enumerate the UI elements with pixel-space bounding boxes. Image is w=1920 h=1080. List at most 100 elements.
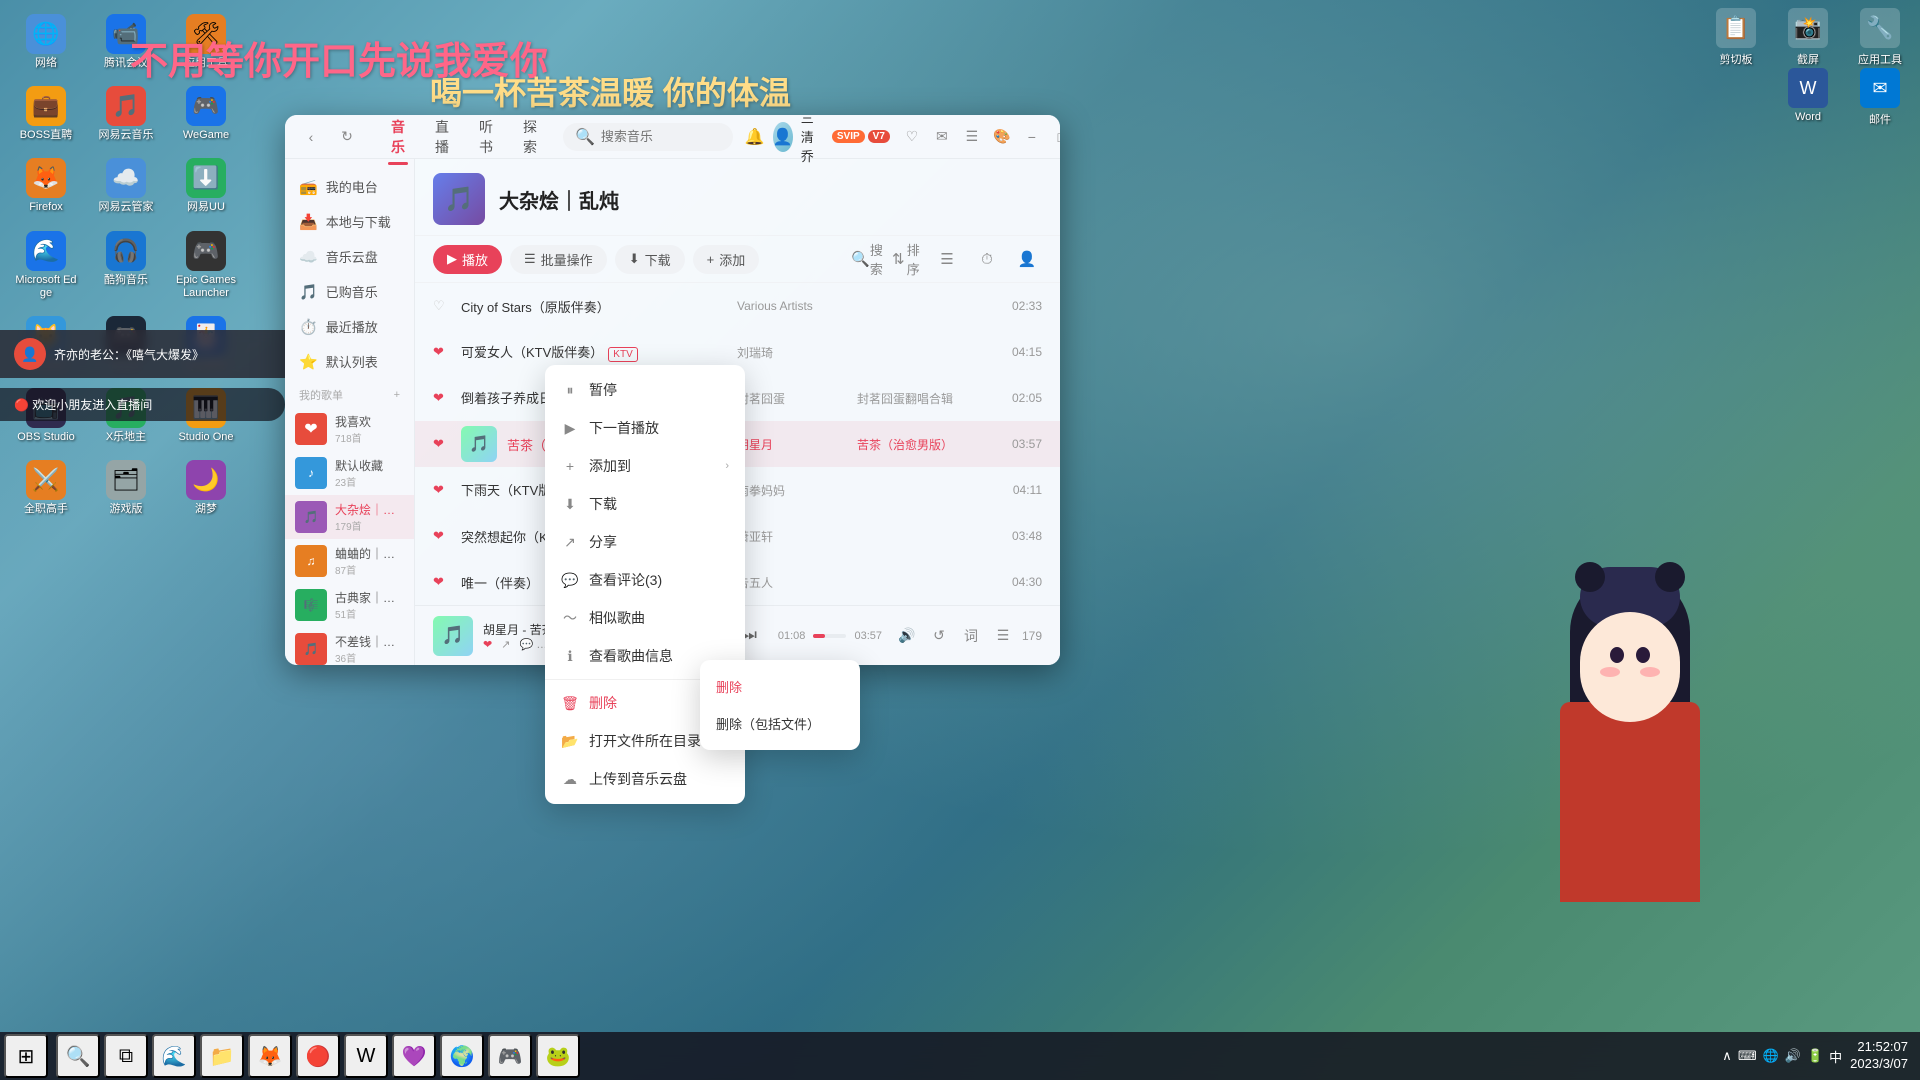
add-button[interactable]: + 添加 — [693, 245, 760, 274]
cm-share[interactable]: ↗ 分享 — [545, 523, 745, 561]
search-bar[interactable]: 🔍 — [563, 123, 733, 151]
playlist-item-ququ[interactable]: ♫ 蛐蛐的｜歌单 87首 — [285, 539, 414, 583]
playlist-item-buchaiqian[interactable]: 🎵 不差钱｜第三关 36首 — [285, 627, 414, 665]
batch-button[interactable]: ☰ 批量操作 — [510, 245, 607, 274]
player-like-btn[interactable]: ❤ — [483, 639, 492, 651]
playlist-item-guqin[interactable]: 🎼 古典家｜轻Rap 51首 — [285, 583, 414, 627]
desktop-icon-word[interactable]: W Word — [1776, 68, 1840, 127]
sidebar-item-recent[interactable]: ⏱️ 最近播放 — [285, 309, 414, 344]
taskbar-app2[interactable]: 💜 — [392, 1034, 436, 1078]
volume-status-icon[interactable]: 🔊 — [1785, 1048, 1801, 1064]
playlist-toggle-button[interactable]: ☰ — [990, 623, 1016, 649]
notification-icon[interactable]: 🔔 — [745, 123, 765, 151]
play-all-button[interactable]: ▶ 播放 — [433, 245, 502, 274]
add-playlist-icon[interactable]: + — [394, 389, 400, 401]
heart-button[interactable]: ♡ — [900, 125, 924, 149]
desktop-icon-edge[interactable]: 🌊 Microsoft Edge — [10, 227, 82, 304]
cm-download[interactable]: ⬇ 下载 — [545, 485, 745, 523]
cm-similar[interactable]: 〜 相似歌曲 — [545, 599, 745, 637]
tab-explore[interactable]: 探索 — [509, 115, 551, 163]
sidebar-item-favorites[interactable]: ⭐ 默认列表 — [285, 344, 414, 379]
song-row-1[interactable]: ♡ City of Stars（原版伴奏） Various Artists 02… — [415, 283, 1060, 329]
desktop-icon-netease-cloud[interactable]: ☁️ 网易云管家 — [90, 154, 162, 218]
search-songs-button[interactable]: 🔍 搜索 — [852, 244, 882, 274]
playlist-item-default[interactable]: ♪ 默认收藏 23首 — [285, 451, 414, 495]
desktop-icon-game3[interactable]: 🗂 游戏版 — [90, 456, 162, 520]
fav-icon-2[interactable]: ❤ — [433, 344, 453, 360]
scm-delete[interactable]: 删除 — [700, 668, 860, 705]
taskbar-search[interactable]: 🔍 — [56, 1034, 100, 1078]
tab-live[interactable]: 直播 — [421, 115, 463, 163]
volume-button[interactable]: 🔊 — [894, 623, 920, 649]
desktop-icon-game2[interactable]: ⚔️ 全职高手 — [10, 456, 82, 520]
search-input[interactable] — [601, 129, 721, 144]
desktop-icon-netease-music[interactable]: 🎵 网易云音乐 — [90, 82, 162, 146]
playlist-item-favorites[interactable]: ❤ 我喜欢 718首 — [285, 407, 414, 451]
desktop-icon-clipboard[interactable]: 📋 剪切板 — [1704, 8, 1768, 67]
fav-icon-4[interactable]: ❤ — [433, 436, 453, 452]
playlist-item-dazhahui[interactable]: 🎵 大杂烩｜乱炖 179首 — [285, 495, 414, 539]
taskbar-multitask[interactable]: ⧉ — [104, 1034, 148, 1078]
desktop-icon-tools[interactable]: 🔧 应用工具 — [1848, 8, 1912, 67]
battery-icon[interactable]: 🔋 — [1807, 1048, 1823, 1064]
cm-comments[interactable]: 💬 查看评论(3) — [545, 561, 745, 599]
desktop-icon-wegame[interactable]: 🎮 WeGame — [170, 82, 242, 146]
list-view-button[interactable]: ☰ — [932, 244, 962, 274]
taskbar-app4[interactable]: 🎮 — [488, 1034, 532, 1078]
taskbar-explorer[interactable]: 📁 — [200, 1034, 244, 1078]
desktop-icon-network[interactable]: 🌐 网络 — [10, 10, 82, 74]
taskbar-firefox[interactable]: 🦊 — [248, 1034, 292, 1078]
lyrics-button[interactable]: 词 — [958, 623, 984, 649]
player-comment-btn[interactable]: 💬 — [520, 639, 534, 651]
taskbar-app3[interactable]: 🌍 — [440, 1034, 484, 1078]
sidebar-item-radio[interactable]: 📻 我的电台 — [285, 169, 414, 204]
repeat-button[interactable]: ↺ — [926, 623, 952, 649]
desktop-icon-kugou[interactable]: 🎧 酷狗音乐 — [90, 227, 162, 304]
menu-button[interactable]: ☰ — [960, 125, 984, 149]
minimize-button[interactable]: − — [1020, 125, 1044, 149]
ime-icon[interactable]: 中 — [1829, 1047, 1842, 1066]
sidebar-item-purchased[interactable]: 🎵 已购音乐 — [285, 274, 414, 309]
desktop-icon-uu[interactable]: ⬇️ 网易UU — [170, 154, 242, 218]
taskbar-edge[interactable]: 🌊 — [152, 1034, 196, 1078]
sidebar-item-local[interactable]: 📥 本地与下载 — [285, 204, 414, 239]
desktop-icon-epic[interactable]: 🎮 Epic Games Launcher — [170, 227, 242, 304]
back-button[interactable]: ‹ — [297, 123, 325, 151]
player-share-btn[interactable]: ↗ — [501, 639, 510, 651]
fav-icon-3[interactable]: ❤ — [433, 390, 453, 406]
sidebar-item-cloud[interactable]: ☁️ 音乐云盘 — [285, 239, 414, 274]
user-button[interactable]: 👤 — [1012, 244, 1042, 274]
taskbar-wps[interactable]: W — [344, 1034, 388, 1078]
cm-next[interactable]: ▶ 下一首播放 — [545, 409, 745, 447]
scm-delete-with-file[interactable]: 删除（包括文件） — [700, 705, 860, 742]
taskbar-up-arrow-icon[interactable]: ∧ — [1722, 1048, 1732, 1064]
start-button[interactable]: ⊞ — [4, 1034, 48, 1078]
mail-button[interactable]: ✉ — [930, 125, 954, 149]
download-button[interactable]: ⬇ 下载 — [615, 245, 685, 274]
progress-bar[interactable] — [813, 634, 846, 638]
fav-icon-6[interactable]: ❤ — [433, 528, 453, 544]
tab-audiobooks[interactable]: 听书 — [465, 115, 507, 163]
cm-add-to[interactable]: + 添加到 › — [545, 447, 745, 485]
taskbar-app5[interactable]: 🐸 — [536, 1034, 580, 1078]
fav-icon-1[interactable]: ♡ — [433, 298, 453, 314]
desktop-icon-dream[interactable]: 🌙 湖梦 — [170, 456, 242, 520]
desktop-icon-screen[interactable]: 📸 截屏 — [1776, 8, 1840, 67]
broadcast-bar[interactable]: 🔴 欢迎小朋友进入直播间 — [0, 388, 285, 421]
fav-icon-5[interactable]: ❤ — [433, 482, 453, 498]
clock-button[interactable]: ⏱ — [972, 244, 1002, 274]
taskbar-app1[interactable]: 🔴 — [296, 1034, 340, 1078]
fav-icon-7[interactable]: ❤ — [433, 574, 453, 590]
skin-button[interactable]: 🎨 — [990, 125, 1014, 149]
refresh-button[interactable]: ↻ — [333, 123, 361, 151]
sort-button[interactable]: ⇅ 排序 — [892, 244, 922, 274]
cm-pause[interactable]: ⏸ 暂停 — [545, 371, 745, 409]
tab-music[interactable]: 音乐 — [377, 115, 419, 163]
desktop-icon-boss[interactable]: 💼 BOSS直聘 — [10, 82, 82, 146]
maximize-button[interactable]: □ — [1050, 125, 1060, 149]
network-status-icon[interactable]: 🌐 — [1763, 1048, 1779, 1064]
desktop-icon-firefox[interactable]: 🦊 Firefox — [10, 154, 82, 218]
desktop-icon-email[interactable]: ✉ 邮件 — [1848, 68, 1912, 127]
cm-upload-cloud[interactable]: ☁ 上传到音乐云盘 — [545, 760, 745, 798]
keyboard-icon[interactable]: ⌨ — [1738, 1048, 1757, 1064]
